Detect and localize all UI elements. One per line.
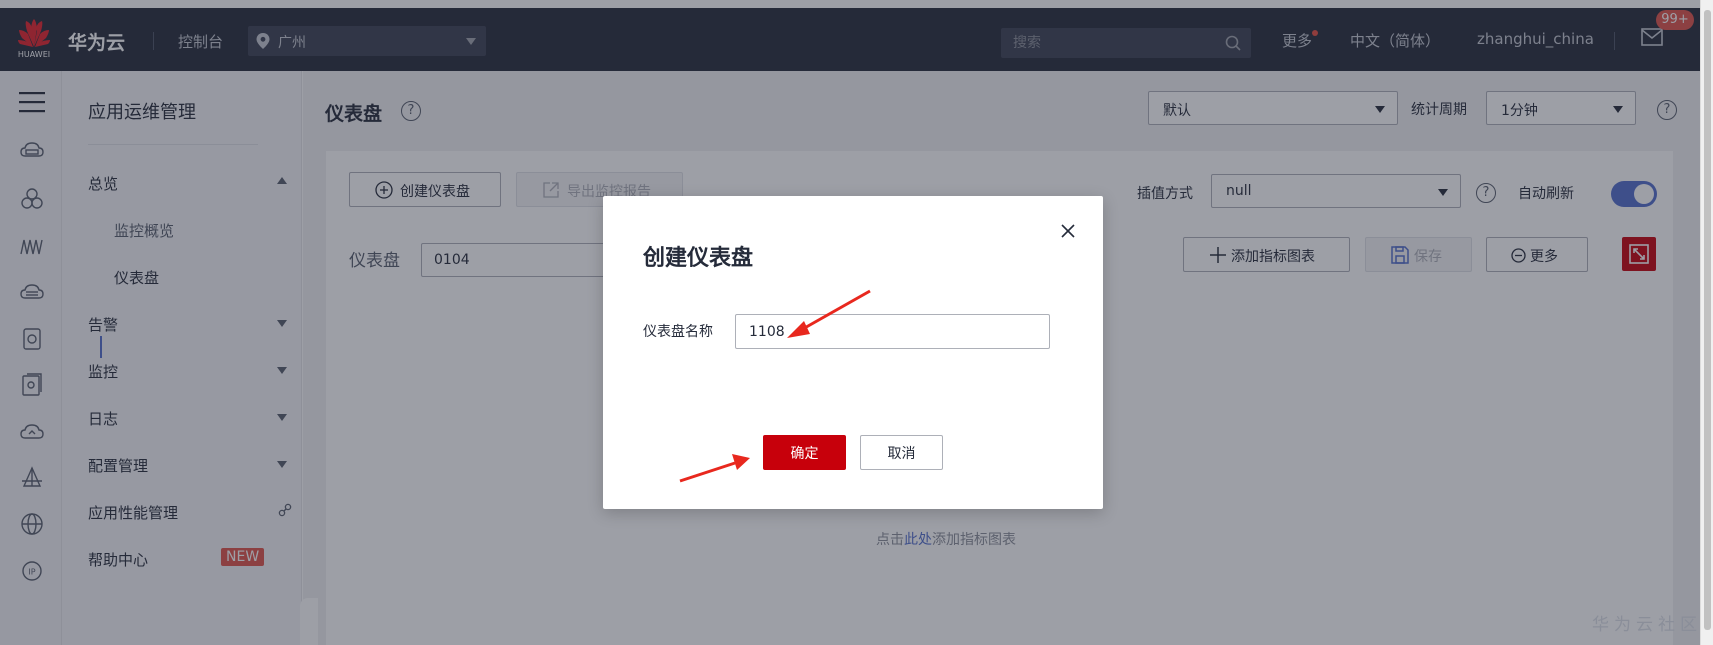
dashboard-name-input[interactable] [736,315,1049,348]
watermark: 华为云社区 [1592,615,1702,635]
create-dashboard-dialog: 创建仪表盘 仪表盘名称 确定 取消 [603,196,1103,509]
close-icon[interactable] [1060,223,1076,239]
cancel-button[interactable]: 取消 [860,435,943,470]
dashboard-name-field-wrap [735,314,1050,349]
dialog-title: 创建仪表盘 [643,246,754,271]
confirm-button[interactable]: 确定 [763,435,846,470]
scrollbar-thumb[interactable] [1704,10,1711,630]
page-scrollbar[interactable] [1700,0,1713,645]
dashboard-name-label: 仪表盘名称 [643,324,713,340]
